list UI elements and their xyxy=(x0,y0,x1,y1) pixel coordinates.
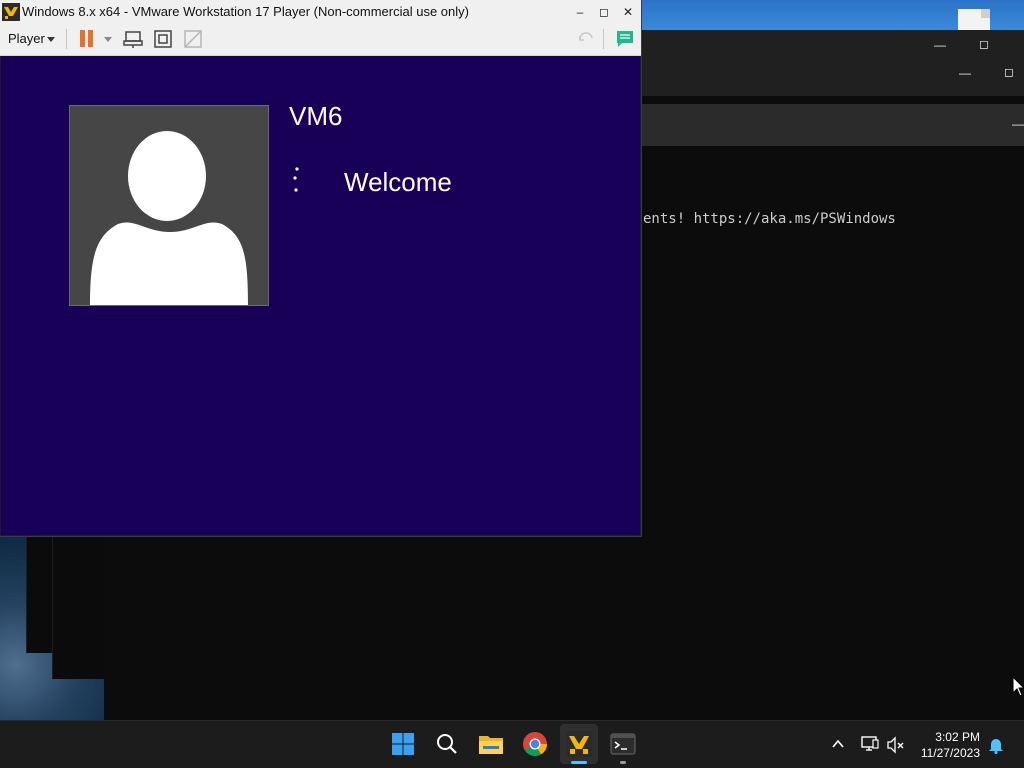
user-avatar xyxy=(69,105,269,306)
toolbar-separator xyxy=(603,29,604,49)
loading-spinner-icon xyxy=(293,167,299,192)
minimize-icon[interactable]: — xyxy=(934,39,946,51)
vmware-player-icon[interactable] xyxy=(563,728,595,760)
notification-bell-icon[interactable] xyxy=(988,736,1004,754)
chevron-up-icon[interactable] xyxy=(830,737,846,751)
active-app-indicator xyxy=(571,761,587,764)
welcome-status-text: Welcome xyxy=(344,167,452,197)
unity-mode-icon xyxy=(184,30,202,48)
pause-icon[interactable] xyxy=(80,30,94,47)
message-log-icon[interactable] xyxy=(614,28,636,50)
full-screen-icon[interactable] xyxy=(152,28,174,50)
vmware-toolbar xyxy=(0,24,641,56)
running-app-indicator xyxy=(620,761,626,764)
terminal-text-line: ents! https://aka.ms/PSWindows xyxy=(643,211,896,227)
minimize-icon[interactable]: — xyxy=(1012,118,1024,130)
volume-muted-icon[interactable] xyxy=(886,736,906,754)
file-explorer-icon[interactable] xyxy=(475,728,507,760)
clock-time[interactable]: 3:02 PM xyxy=(918,730,980,744)
desktop-file-icon[interactable] xyxy=(958,9,990,30)
player-menu-button[interactable]: Player xyxy=(8,31,45,46)
maximize-icon[interactable]: ◻ xyxy=(979,38,989,50)
user-silhouette-icon xyxy=(90,131,248,305)
send-ctrl-alt-del-icon[interactable] xyxy=(122,28,144,50)
maximize-icon[interactable]: ◻ xyxy=(1004,66,1014,78)
stacked-window-edge[interactable] xyxy=(52,536,105,679)
terminal-icon[interactable] xyxy=(607,728,639,760)
network-icon[interactable] xyxy=(860,735,880,753)
vm-username: VM6 xyxy=(289,101,343,131)
chevron-down-icon[interactable] xyxy=(47,37,55,42)
back-arrow-icon xyxy=(579,32,593,41)
clock-date[interactable]: 11/27/2023 xyxy=(910,746,980,760)
chrome-icon[interactable] xyxy=(519,728,551,760)
start-icon[interactable] xyxy=(387,728,419,760)
power-options-chevron-icon[interactable] xyxy=(104,37,112,42)
mouse-cursor-icon xyxy=(1012,676,1024,697)
close-button[interactable]: ✕ xyxy=(616,3,640,21)
vmware-logo-icon xyxy=(2,3,20,21)
window-title: Windows 8.x x64 - VMware Workstation 17 … xyxy=(22,4,469,19)
search-icon[interactable] xyxy=(431,728,463,760)
maximize-button[interactable]: ◻ xyxy=(592,3,616,21)
toolbar-separator xyxy=(66,29,67,49)
minimize-button[interactable]: – xyxy=(568,3,592,21)
background-window-titlebar-2[interactable]: — ◻ xyxy=(640,56,1024,96)
terminal-output[interactable] xyxy=(640,146,1024,720)
minimize-icon[interactable]: — xyxy=(959,67,971,79)
terminal-tab-bar[interactable]: — xyxy=(640,104,1024,146)
